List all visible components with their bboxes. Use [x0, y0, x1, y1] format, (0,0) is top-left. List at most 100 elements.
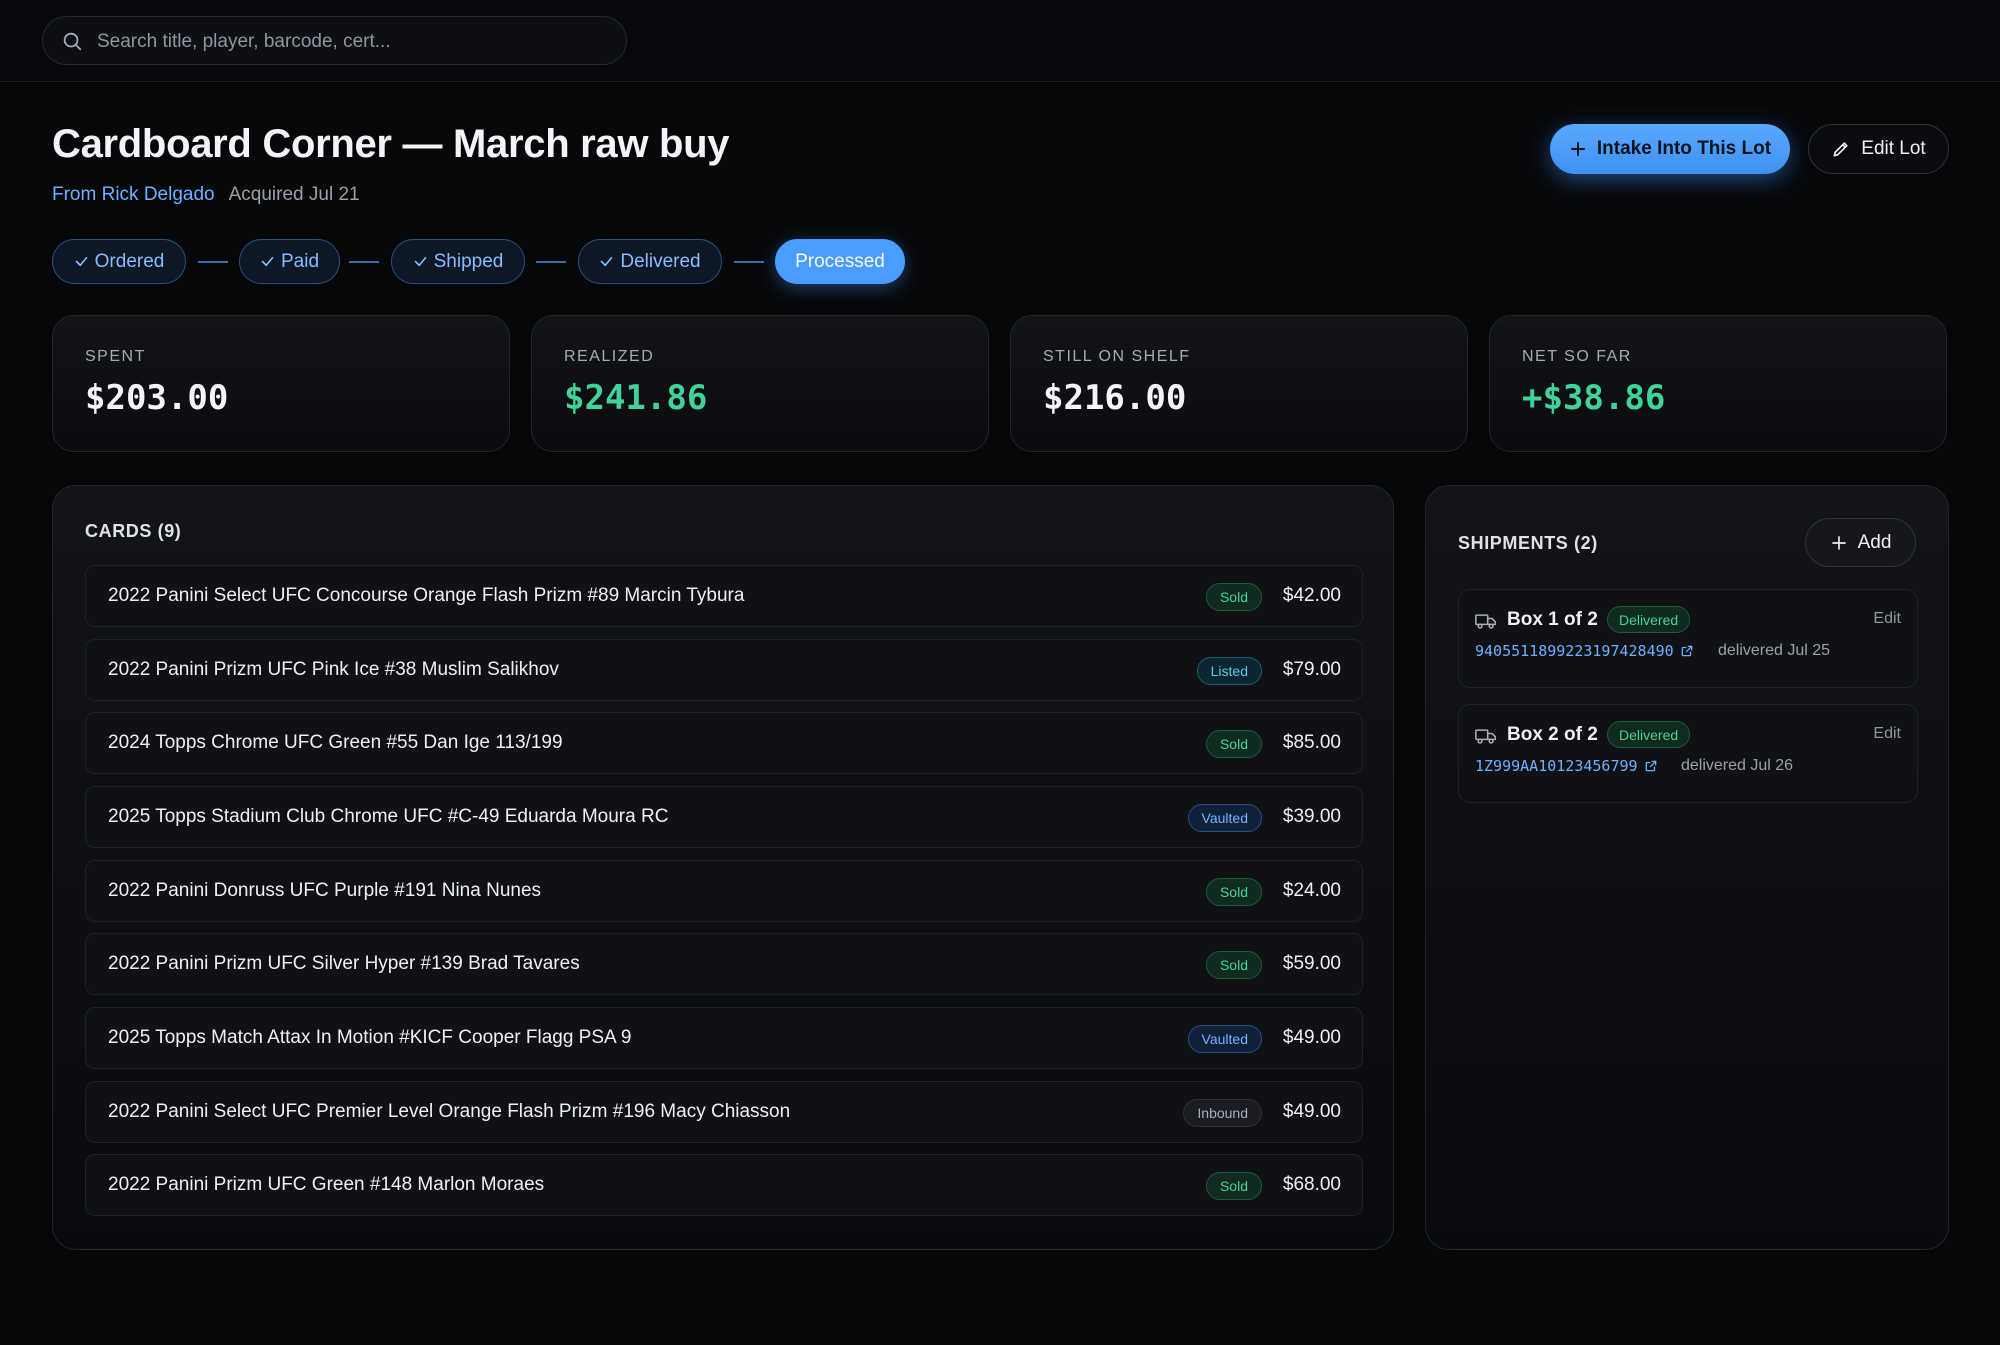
tracking-link[interactable]: 9405511899223197428490 — [1475, 642, 1694, 660]
tracking-link[interactable]: 1Z999AA10123456799 — [1475, 757, 1658, 775]
card-price: $49.00 — [1282, 1027, 1341, 1048]
search-placeholder: Search title, player, barcode, cert... — [97, 31, 391, 52]
check-icon — [601, 256, 613, 267]
tracking-number: 9405511899223197428490 — [1475, 642, 1674, 660]
stat-still-on-shelf: STILL ON SHELF $216.00 — [1010, 315, 1468, 452]
stat-label: REALIZED — [564, 348, 655, 365]
shipment-row: Box 2 of 2 Delivered Edit 1Z999AA1012345… — [1458, 704, 1918, 803]
status-badge: Sold — [1205, 730, 1262, 758]
edit-lot-button[interactable]: Edit Lot — [1808, 124, 1949, 174]
status-badge: Vaulted — [1187, 804, 1262, 832]
external-link-icon — [1681, 645, 1692, 657]
card-name: 2024 Topps Chrome UFC Green #55 Dan Ige … — [108, 732, 563, 753]
page-title: Cardboard Corner — March raw buy — [52, 122, 730, 166]
step-processed[interactable]: Processed — [775, 239, 905, 284]
stat-label: NET SO FAR — [1522, 348, 1632, 365]
stat-realized: REALIZED $241.86 — [531, 315, 989, 452]
edit-button-label: Edit Lot — [1861, 138, 1926, 159]
card-row[interactable]: 2022 Panini Prizm UFC Green #148 Marlon … — [85, 1154, 1363, 1216]
plus-icon — [1570, 142, 1585, 156]
status-badge: Listed — [1196, 657, 1262, 685]
truck-icon — [1475, 729, 1497, 744]
edit-shipment-link[interactable]: Edit — [1873, 725, 1901, 743]
delivered-date: delivered Jul 26 — [1681, 757, 1794, 774]
step-label: Ordered — [94, 250, 165, 272]
add-shipment-button[interactable]: Add — [1805, 518, 1916, 567]
step-label: Delivered — [620, 250, 701, 272]
step-connector — [349, 261, 379, 263]
card-price: $42.00 — [1282, 585, 1341, 606]
stat-value: +$38.86 — [1522, 378, 1666, 418]
stat-label: STILL ON SHELF — [1043, 348, 1191, 365]
truck-icon — [1475, 614, 1497, 629]
stat-value: $216.00 — [1043, 378, 1187, 418]
card-row[interactable]: 2022 Panini Select UFC Concourse Orange … — [85, 565, 1363, 627]
step-ordered[interactable]: Ordered — [52, 239, 186, 284]
card-price: $39.00 — [1282, 806, 1341, 827]
shipment-box-label: Box 2 of 2 — [1507, 724, 1598, 745]
intake-into-lot-button[interactable]: Intake Into This Lot — [1550, 124, 1790, 174]
status-badge: Sold — [1205, 878, 1262, 906]
shipment-box-label: Box 1 of 2 — [1507, 609, 1598, 630]
card-name: 2022 Panini Select UFC Premier Level Ora… — [108, 1101, 791, 1122]
card-row[interactable]: 2022 Panini Donruss UFC Purple #191 Nina… — [85, 860, 1363, 922]
card-name: 2025 Topps Stadium Club Chrome UFC #C-49… — [108, 806, 669, 827]
check-icon — [414, 256, 426, 267]
card-row[interactable]: 2025 Topps Match Attax In Motion #KICF C… — [85, 1007, 1363, 1069]
card-name: 2022 Panini Select UFC Concourse Orange … — [108, 585, 745, 606]
card-row[interactable]: 2024 Topps Chrome UFC Green #55 Dan Ige … — [85, 712, 1363, 774]
step-label: Processed — [795, 250, 885, 272]
step-shipped[interactable]: Shipped — [391, 239, 525, 284]
cards-panel: CARDS (9) 2022 Panini Select UFC Concour… — [52, 485, 1394, 1250]
status-badge: Sold — [1205, 1172, 1262, 1200]
pencil-icon — [1833, 142, 1848, 157]
stat-value: $241.86 — [564, 378, 708, 418]
shipment-status-badge: Delivered — [1607, 721, 1691, 748]
card-price: $79.00 — [1282, 659, 1341, 680]
stat-net-so-far: NET SO FAR +$38.86 — [1489, 315, 1947, 452]
card-price: $49.00 — [1282, 1101, 1341, 1122]
stat-spent: SPENT $203.00 — [52, 315, 510, 452]
intake-button-label: Intake Into This Lot — [1596, 138, 1772, 159]
shipments-heading: SHIPMENTS (2) — [1458, 533, 1598, 553]
card-price: $85.00 — [1282, 732, 1341, 753]
card-name: 2022 Panini Donruss UFC Purple #191 Nina… — [108, 880, 542, 901]
step-label: Shipped — [433, 250, 504, 272]
step-connector — [536, 261, 566, 263]
card-row[interactable]: 2022 Panini Select UFC Premier Level Ora… — [85, 1081, 1363, 1143]
shipment-row: Box 1 of 2 Delivered Edit 94055118992231… — [1458, 589, 1918, 688]
step-delivered[interactable]: Delivered — [578, 239, 722, 284]
card-row[interactable]: 2022 Panini Prizm UFC Silver Hyper #139 … — [85, 933, 1363, 995]
lot-subtitle: From Rick Delgado Acquired Jul 21 — [52, 184, 360, 206]
cards-heading: CARDS (9) — [85, 521, 182, 541]
status-badge: Sold — [1205, 583, 1262, 611]
check-icon — [261, 256, 274, 267]
card-name: 2022 Panini Prizm UFC Green #148 Marlon … — [108, 1174, 545, 1195]
search-icon — [63, 32, 82, 51]
step-connector — [734, 261, 764, 263]
top-bar: Search title, player, barcode, cert... — [0, 0, 2000, 82]
card-name: 2022 Panini Prizm UFC Silver Hyper #139 … — [108, 953, 580, 974]
stat-value: $203.00 — [85, 378, 229, 418]
card-row[interactable]: 2025 Topps Stadium Club Chrome UFC #C-49… — [85, 786, 1363, 848]
step-paid[interactable]: Paid — [239, 239, 340, 284]
stat-label: SPENT — [85, 348, 146, 365]
step-connector — [198, 261, 228, 263]
status-badge: Vaulted — [1187, 1025, 1262, 1053]
card-row[interactable]: 2022 Panini Prizm UFC Pink Ice #38 Musli… — [85, 639, 1363, 701]
status-badge: Inbound — [1183, 1099, 1262, 1127]
card-price: $68.00 — [1282, 1174, 1341, 1195]
search-input[interactable]: Search title, player, barcode, cert... — [42, 16, 627, 65]
step-label: Paid — [280, 250, 320, 272]
external-link-icon — [1645, 760, 1656, 772]
delivered-date: delivered Jul 25 — [1718, 642, 1831, 659]
add-button-label: Add — [1857, 531, 1892, 553]
shipment-status-badge: Delivered — [1607, 606, 1691, 633]
seller-link[interactable]: From Rick Delgado — [52, 184, 215, 205]
plus-icon — [1831, 535, 1846, 550]
tracking-number: 1Z999AA10123456799 — [1475, 757, 1638, 775]
edit-shipment-link[interactable]: Edit — [1873, 610, 1901, 628]
acquired-date: Acquired Jul 21 — [228, 184, 360, 205]
shipments-panel: SHIPMENTS (2) Add Box 1 of 2 Delivered E… — [1425, 485, 1949, 1250]
card-name: 2022 Panini Prizm UFC Pink Ice #38 Musli… — [108, 659, 559, 680]
